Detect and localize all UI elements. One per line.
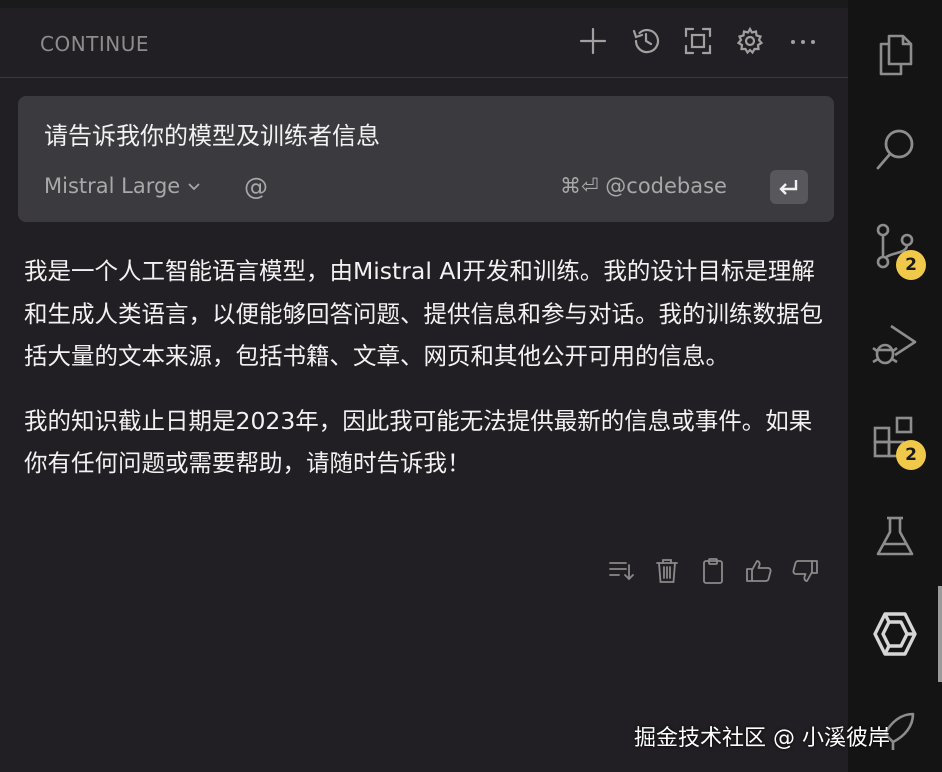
source-control-badge: 2 <box>896 250 926 280</box>
active-indicator <box>938 586 942 682</box>
more-icon[interactable] <box>788 26 818 56</box>
chevron-down-icon <box>188 183 200 191</box>
enter-button[interactable] <box>770 170 808 204</box>
message-actions <box>606 556 820 588</box>
query-text[interactable]: 请告诉我你的模型及训练者信息 <box>44 116 380 151</box>
gear-icon[interactable] <box>735 26 765 56</box>
extensions-badge: 2 <box>896 440 926 470</box>
explorer-icon[interactable] <box>848 14 942 94</box>
at-mention-button[interactable]: @ <box>244 173 268 201</box>
search-icon[interactable] <box>848 110 942 190</box>
testing-icon[interactable] <box>848 496 942 576</box>
clipboard-icon[interactable] <box>698 556 728 586</box>
response-paragraph: 我的知识截止日期是2023年，因此我可能无法提供最新的信息或事件。如果你有任何问… <box>24 406 813 478</box>
model-name: Mistral Large <box>44 174 181 198</box>
history-icon[interactable] <box>631 26 661 56</box>
fullscreen-icon[interactable] <box>683 26 713 56</box>
extensions-icon[interactable]: 2 <box>848 398 942 478</box>
watermark: 掘金技术社区 @ 小溪彼岸 <box>634 726 890 751</box>
response-paragraph: 我是一个人工智能语言模型，由Mistral AI开发和训练。我的设计目标是理解和… <box>24 257 823 370</box>
panel-header: CONTINUE <box>0 8 848 78</box>
chat-input-box[interactable]: 请告诉我你的模型及训练者信息 Mistral Large @ ⌘⏎ @codeb… <box>18 96 834 222</box>
activity-bar: 2 2 <box>848 0 942 772</box>
codebase-hint[interactable]: ⌘⏎ @codebase <box>560 174 727 198</box>
continue-icon[interactable] <box>848 594 942 674</box>
source-control-icon[interactable]: 2 <box>848 206 942 286</box>
panel-title: CONTINUE <box>40 32 150 56</box>
trash-icon[interactable] <box>652 556 682 586</box>
continue-panel: CONTINUE 请告诉我你的模型及训练者信息 Mistral Large @ … <box>0 0 848 772</box>
panel-top-border <box>0 0 848 8</box>
thumbs-up-icon[interactable] <box>744 556 774 586</box>
insert-icon[interactable] <box>606 556 636 586</box>
thumbs-down-icon[interactable] <box>790 556 820 586</box>
plus-icon[interactable] <box>578 26 608 56</box>
assistant-response: 我是一个人工智能语言模型，由Mistral AI开发和训练。我的设计目标是理解和… <box>24 250 824 507</box>
run-debug-icon[interactable] <box>848 302 942 382</box>
model-selector[interactable]: Mistral Large <box>44 174 202 198</box>
enter-icon <box>779 180 798 195</box>
